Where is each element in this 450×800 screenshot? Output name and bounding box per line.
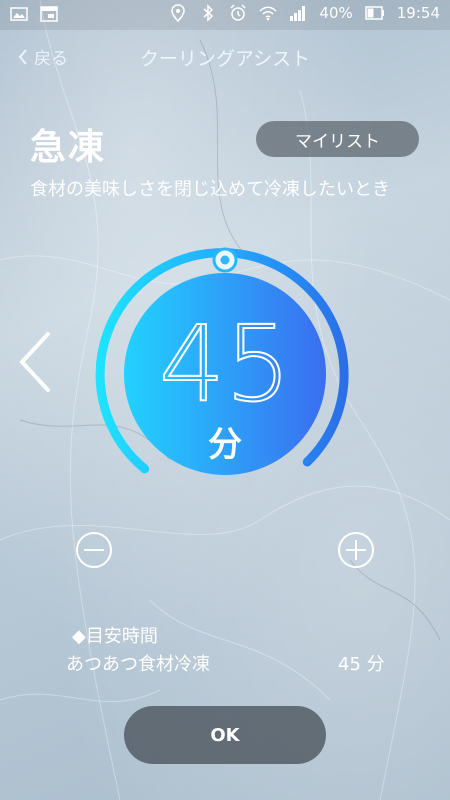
image-icon: [10, 7, 28, 21]
mode-name: 急凍: [30, 127, 107, 168]
timer-value: 45: [159, 303, 291, 425]
wifi-icon: [259, 6, 277, 21]
battery-percent: 40%: [319, 4, 353, 22]
estimate-item-value: 45 分: [338, 654, 385, 675]
bluetooth-icon: [203, 4, 214, 22]
estimate-item-name: あつあつ食材冷凍: [66, 654, 210, 675]
increase-button[interactable]: [337, 531, 375, 569]
battery-icon: [365, 6, 384, 20]
clock-time: 19:54: [396, 4, 440, 22]
location-icon: [171, 4, 186, 22]
timer-unit: 分: [208, 425, 242, 465]
decrease-button[interactable]: [75, 531, 113, 569]
calendar-icon: [40, 6, 58, 22]
timer-dial[interactable]: 45 分: [0, 240, 450, 490]
ok-button[interactable]: OK: [124, 706, 326, 764]
estimate-heading: ◆目安時間: [72, 626, 158, 647]
status-bar: 40% 19:54: [0, 0, 450, 30]
signal-icon: [290, 6, 306, 21]
app-bar: 戻る クーリングアシスト: [0, 30, 450, 84]
mode-description: 食材の美味しさを閉じ込めて冷凍したいとき: [30, 179, 390, 200]
alarm-icon: [230, 4, 246, 21]
mylist-button[interactable]: マイリスト: [256, 121, 419, 157]
page-title: クーリングアシスト: [139, 48, 311, 70]
